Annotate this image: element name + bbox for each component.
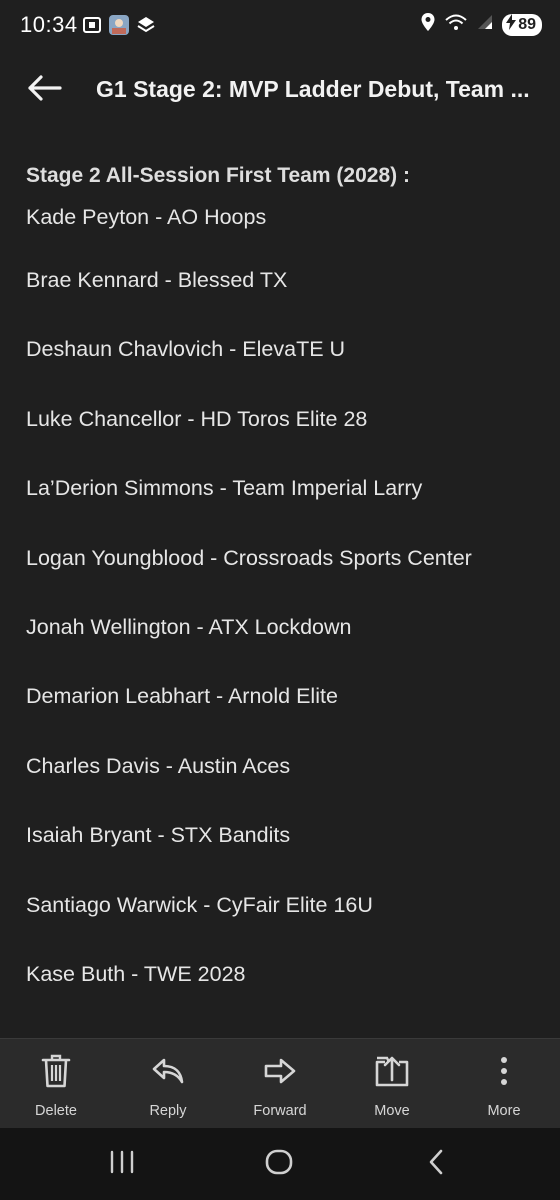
list-item: Logan Youngblood - Crossroads Sports Cen…	[26, 545, 472, 570]
wifi-icon	[444, 12, 468, 37]
battery-indicator: 89	[502, 13, 542, 36]
back-button[interactable]	[22, 70, 66, 110]
layers-icon	[136, 15, 156, 40]
list-item: Isaiah Bryant - STX Bandits	[26, 823, 291, 848]
recents-button[interactable]	[92, 1144, 152, 1184]
list-item: Brae Kennard - Blessed TX	[26, 268, 288, 292]
reply-label: Reply	[149, 1103, 187, 1119]
system-status-icons: 89	[420, 12, 542, 37]
list-item: Santiago Warwick - CyFair Elite 16U	[26, 892, 373, 917]
status-bar: 10:34 89	[0, 0, 560, 52]
battery-level: 89	[518, 15, 536, 33]
player-list: Kade Peyton - AO Hoops Brae Kennard - Bl…	[26, 192, 542, 1012]
move-icon	[374, 1053, 410, 1089]
message-body: Stage 2 All-Session First Team (2028) : …	[26, 160, 542, 1012]
move-label: Move	[374, 1103, 410, 1119]
location-icon	[420, 12, 436, 37]
list-item: Luke Chancellor - HD Toros Elite 28	[26, 406, 368, 431]
avatar-notification-icon	[108, 14, 130, 41]
more-label: More	[487, 1103, 521, 1119]
forward-button[interactable]: Forward	[224, 1039, 336, 1129]
notification-icons	[82, 14, 156, 41]
system-nav-bar	[0, 1128, 560, 1200]
screenshot-icon	[82, 15, 102, 40]
charging-icon	[506, 14, 517, 35]
list-item: Kade Peyton - AO Hoops	[26, 205, 267, 229]
more-button[interactable]: More	[448, 1039, 560, 1129]
signal-icon	[476, 13, 494, 36]
reply-button[interactable]: Reply	[112, 1039, 224, 1129]
trash-icon	[41, 1053, 71, 1089]
arrow-left-icon	[26, 73, 62, 108]
system-back-button[interactable]	[406, 1144, 466, 1184]
app-bar: G1 Stage 2: MVP Ladder Debut, Team ...	[0, 52, 560, 130]
chevron-left-icon	[426, 1148, 446, 1181]
delete-button[interactable]: Delete	[0, 1039, 112, 1129]
move-button[interactable]: Move	[336, 1039, 448, 1129]
home-icon	[265, 1148, 293, 1181]
list-item: Charles Davis - Austin Aces	[26, 753, 291, 778]
more-vertical-icon	[499, 1053, 509, 1089]
list-item: Deshaun Chavlovich - ElevaTE U	[26, 337, 346, 362]
list-item: Demarion Leabhart - Arnold Elite	[26, 684, 338, 709]
list-item: La’Derion Simmons - Team Imperial Larry	[26, 476, 423, 501]
action-bar: Delete Reply Forward Move More	[0, 1038, 560, 1129]
forward-label: Forward	[253, 1103, 307, 1119]
list-item: Kase Buth - TWE 2028	[26, 961, 246, 986]
forward-icon	[263, 1053, 297, 1089]
email-subject-title: G1 Stage 2: MVP Ladder Debut, Team ...	[96, 76, 530, 102]
section-heading: Stage 2 All-Session First Team (2028) :	[26, 164, 410, 187]
recents-icon	[109, 1150, 135, 1179]
list-item: Jonah Wellington - ATX Lockdown	[26, 614, 352, 639]
home-button[interactable]	[249, 1144, 309, 1184]
status-time: 10:34	[20, 12, 78, 37]
reply-icon	[151, 1053, 185, 1089]
delete-label: Delete	[35, 1103, 77, 1119]
